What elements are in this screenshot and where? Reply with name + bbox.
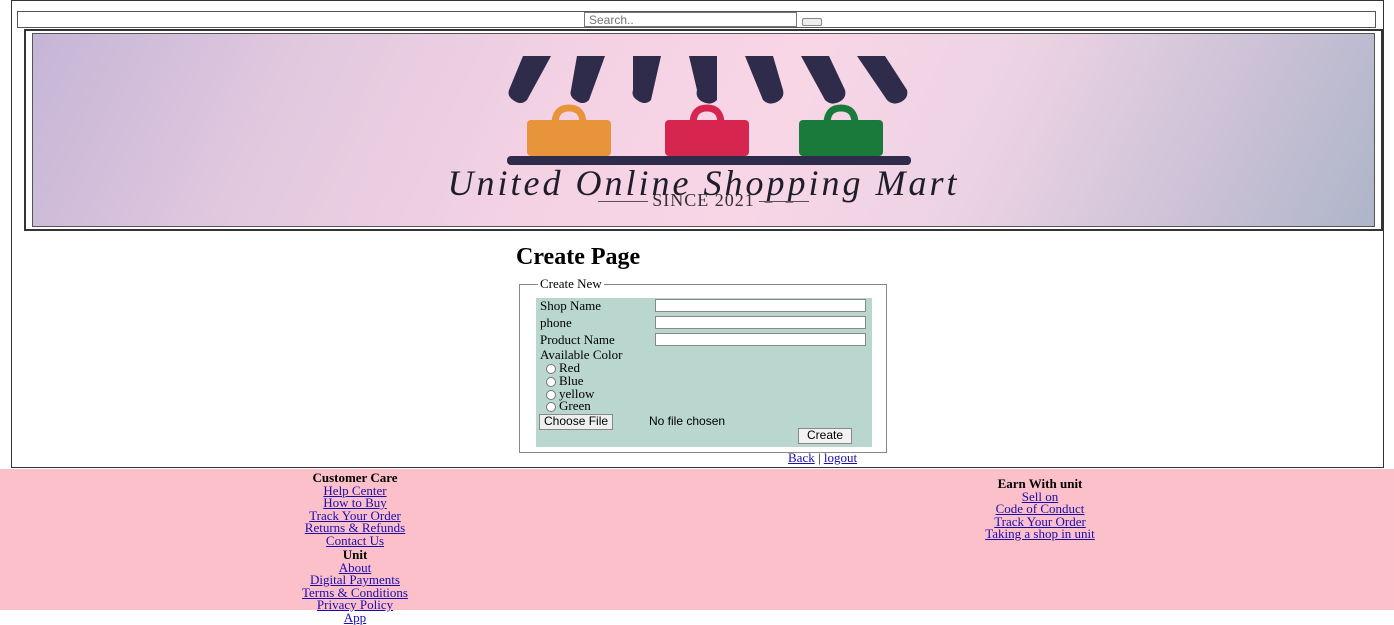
footer-link-app[interactable]: App [344, 610, 366, 625]
tagline-rule-right [758, 201, 809, 203]
footer-customer-care: Customer Care Help Center How to Buy Tra… [270, 471, 440, 625]
back-link[interactable]: Back [788, 450, 815, 465]
shop-name-input[interactable] [655, 299, 866, 312]
available-color-label: Available Color [540, 347, 623, 362]
radio-blue[interactable] [546, 377, 556, 388]
page-title: Create Page [516, 244, 641, 270]
since-text: SINCE 2021 [652, 190, 755, 210]
form-legend: Create New [538, 276, 604, 292]
footer-link-contact[interactable]: Contact Us [326, 533, 384, 548]
radio-green[interactable] [546, 402, 556, 413]
color-option-green[interactable]: Green [546, 398, 591, 413]
file-status: No file chosen [649, 414, 726, 428]
footer-link-taking-shop[interactable]: Taking a shop in unit [985, 526, 1095, 541]
product-name-input[interactable] [655, 333, 866, 346]
search-button[interactable] [802, 18, 822, 26]
link-separator: | [817, 450, 821, 465]
tagline-rule-left [598, 201, 649, 203]
banner-frame: United Online Shopping Mart SINCE 2021 [24, 29, 1383, 231]
radio-label: Green [559, 398, 591, 413]
radio-red[interactable] [546, 364, 556, 375]
shop-name-label: Shop Name [540, 298, 602, 313]
since-tagline: SINCE 2021 [33, 190, 1374, 211]
phone-input[interactable] [655, 316, 866, 329]
choose-file-button[interactable]: Choose File [539, 414, 614, 430]
banner: United Online Shopping Mart SINCE 2021 [32, 33, 1375, 227]
logout-link[interactable]: logout [824, 450, 857, 465]
search-bar [17, 11, 1376, 28]
search-input[interactable] [584, 12, 797, 27]
product-name-label: Product Name [540, 332, 615, 347]
create-button[interactable]: Create [798, 428, 853, 444]
footer-earn: Earn With unit Sell on Code of Conduct T… [950, 477, 1130, 541]
form-body: Shop Name phone Product Name Available C… [536, 298, 872, 447]
create-form: Create New Shop Name phone Product Name … [519, 276, 887, 453]
shop-logo-icon [507, 56, 911, 165]
footer: Customer Care Help Center How to Buy Tra… [0, 469, 1394, 624]
nav-links: Back | logout [788, 450, 857, 466]
phone-label: phone [540, 315, 572, 330]
